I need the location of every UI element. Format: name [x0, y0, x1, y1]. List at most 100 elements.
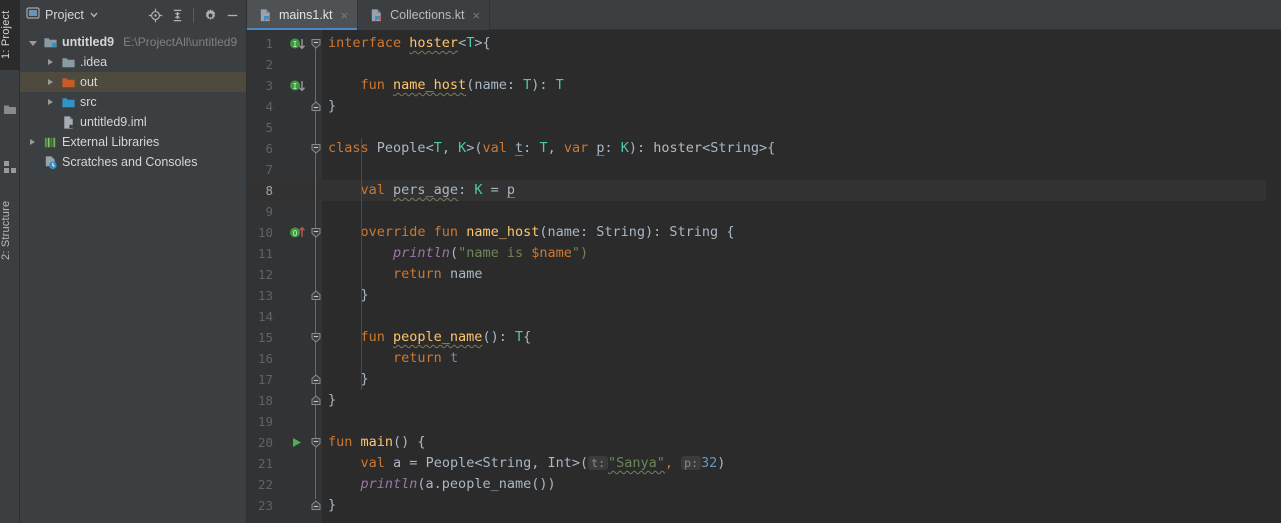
tree-node-untitled9[interactable]: untitled9 E:\ProjectAll\untitled9 [20, 32, 246, 52]
fold-toggle-icon[interactable] [310, 432, 322, 453]
tree-node-out[interactable]: out [20, 72, 246, 92]
editor-tab-mains1-kt[interactable]: mains1.kt × [247, 0, 359, 30]
code-line[interactable]: class People<T, K>(val t: T, var p: K): … [322, 138, 1266, 159]
tree-node-external-libraries[interactable]: External Libraries [20, 132, 246, 152]
gear-icon[interactable] [200, 5, 220, 25]
code-token: 32 [701, 455, 718, 471]
code-token: K [620, 140, 629, 156]
locate-icon[interactable] [145, 5, 165, 25]
implemented-icon[interactable]: I [287, 33, 309, 54]
chevron-right-icon[interactable] [44, 76, 57, 89]
tree-node-label: out [80, 75, 98, 89]
code-token: (name: [539, 224, 597, 240]
code-line[interactable]: interface hoster<T>{ [322, 33, 1266, 54]
tree-node-scratches-and-consoles[interactable]: Scratches and Consoles [20, 152, 246, 172]
code-token: : [458, 182, 475, 198]
folder-icon-blue [61, 95, 76, 110]
project-panel-title-dropdown[interactable]: Project [26, 6, 99, 25]
tree-node-label: External Libraries [62, 135, 160, 149]
line-number: 18 [257, 393, 273, 408]
tree-node-untitled9-iml[interactable]: untitled9.iml [20, 112, 246, 132]
fold-toggle-icon[interactable] [310, 327, 322, 348]
implemented-icon[interactable]: I [287, 75, 309, 96]
tool-window-tab-project[interactable]: 1: Project [0, 0, 20, 70]
editor-gutter[interactable]: 1 2 3 4 5 6 7 8 9 10 11 12 13 14 15 16 17 18 19 20 21 22 23 I I O [247, 30, 322, 523]
fold-toggle-icon[interactable] [310, 138, 322, 159]
code-line[interactable]: fun people_name(): T{ [322, 327, 1266, 348]
fold-toggle-icon[interactable] [310, 285, 322, 306]
fold-toggle-icon[interactable] [310, 369, 322, 390]
code-token: println [360, 476, 418, 492]
project-tool-window: Project untitled9 E:\ProjectAll\untitled… [20, 0, 247, 523]
code-line[interactable]: } [322, 285, 1266, 306]
code-token: interface [328, 35, 410, 51]
code-line[interactable]: } [322, 495, 1266, 516]
fold-toggle-icon[interactable] [310, 33, 322, 54]
structure-pane-icon [3, 160, 17, 174]
chevron-right-icon[interactable] [26, 136, 39, 149]
code-line[interactable]: println(a.people_name()) [322, 474, 1266, 495]
close-icon[interactable]: × [472, 9, 480, 22]
code-line[interactable] [322, 159, 1266, 180]
chevron-right-icon[interactable] [44, 96, 57, 109]
minimize-icon[interactable] [222, 5, 242, 25]
code-line[interactable]: return t [322, 348, 1266, 369]
code-token: : [604, 140, 621, 156]
tree-node-src[interactable]: src [20, 92, 246, 112]
line-number: 5 [265, 120, 273, 135]
tree-node--idea[interactable]: .idea [20, 52, 246, 72]
code-line[interactable]: } [322, 369, 1266, 390]
line-number: 21 [257, 456, 273, 471]
code-line[interactable] [322, 54, 1266, 75]
code-line[interactable] [322, 201, 1266, 222]
editor-tab-collections-kt[interactable]: Collections.kt × [358, 0, 491, 30]
svg-text:O: O [293, 229, 298, 238]
code-token: ): [628, 140, 654, 156]
tool-window-tab-structure[interactable]: 2: Structure [0, 188, 20, 272]
code-line[interactable]: println("name is $name") [322, 243, 1266, 264]
code-line[interactable]: val a = People<String, Int>(t: "Sanya", p… [322, 453, 1266, 474]
code-token: fun [360, 329, 394, 345]
code-token: (a.people_name()) [417, 476, 556, 492]
code-token: name [449, 266, 483, 282]
close-icon[interactable]: × [341, 9, 349, 22]
fold-toggle-icon[interactable] [310, 495, 322, 516]
line-number: 11 [257, 246, 273, 261]
code-line[interactable] [322, 306, 1266, 327]
code-line[interactable]: override fun name_host(name: String): St… [322, 222, 1266, 243]
fold-toggle-icon[interactable] [310, 222, 322, 243]
project-tree[interactable]: untitled9 E:\ProjectAll\untitled9 .idea out… [20, 30, 246, 523]
code-token: } [328, 392, 337, 408]
chevron-right-icon[interactable] [44, 56, 57, 69]
line-number: 2 [265, 57, 273, 72]
editor-tab-label: Collections.kt [390, 8, 465, 22]
collapse-all-icon[interactable] [167, 5, 187, 25]
overrides-icon[interactable]: O [287, 222, 309, 243]
code-token: ( [449, 245, 459, 261]
code-line[interactable] [322, 411, 1266, 432]
code-line[interactable]: val pers_age: K = p [322, 180, 1266, 201]
line-number: 12 [257, 267, 273, 282]
run-icon[interactable] [287, 432, 309, 453]
code-token: name_host [466, 224, 540, 240]
code-line[interactable]: return name [322, 264, 1266, 285]
fold-toggle-icon[interactable] [310, 390, 322, 411]
code-line[interactable]: fun main() { [322, 432, 1266, 453]
fold-toggle-icon[interactable] [310, 96, 322, 117]
module-icon [43, 35, 58, 50]
line-number: 20 [257, 435, 273, 450]
code-line[interactable]: } [322, 390, 1266, 411]
code-line[interactable]: fun name_host(name: T): T [322, 75, 1266, 96]
tool-window-tab-project-label: 1: Project [0, 10, 12, 60]
code-token: (): [482, 329, 515, 345]
code-text-area[interactable]: interface hoster<T>{ fun name_host(name:… [322, 30, 1266, 523]
code-line[interactable] [322, 117, 1266, 138]
line-number: 6 [265, 141, 273, 156]
code-line[interactable]: } [322, 96, 1266, 117]
code-token: { [523, 329, 532, 345]
chevron-down-icon[interactable] [26, 36, 39, 49]
code-token: T [433, 140, 442, 156]
code-token: <String, Int>( [474, 455, 589, 471]
